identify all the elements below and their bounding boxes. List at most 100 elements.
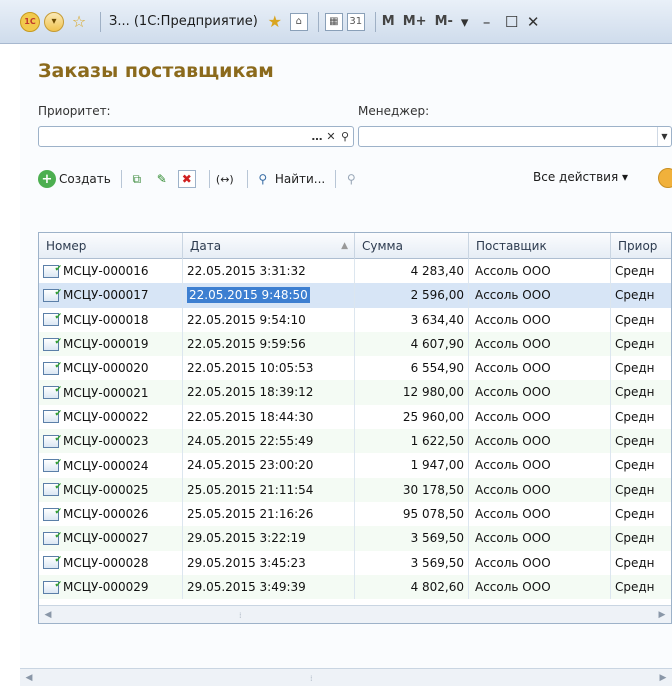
table-horizontal-scrollbar[interactable]: ◀ ⁞ ▶ [39, 605, 671, 623]
table-row[interactable]: МСЦУ-000028 29.05.2015 3:45:23 3 569,50Асс… [39, 550, 671, 575]
column-header-number[interactable]: Номер [39, 233, 183, 259]
cell-date-text: 29.05.2015 3:45:23 [187, 555, 306, 570]
table-row[interactable]: МСЦУ-000025 25.05.2015 21:11:54 30 178,50А… [39, 477, 671, 502]
table-row[interactable]: МСЦУ-000026 25.05.2015 21:16:26 95 078,50А… [39, 501, 671, 527]
calculator-icon[interactable]: ▦ [324, 12, 343, 31]
cell-number: МСЦУ-000018 [39, 307, 183, 332]
document-posted-icon [43, 453, 62, 475]
close-button[interactable]: ✕ [527, 13, 549, 31]
cell-number: МСЦУ-000024 [39, 453, 183, 478]
minimize-button[interactable]: – [483, 13, 505, 31]
memory-minus-button[interactable]: M- [435, 14, 453, 29]
column-header-priority[interactable]: Приор [611, 233, 671, 259]
cell-date: 29.05.2015 3:22:19 [183, 526, 355, 551]
table-row[interactable]: МСЦУ-000027 29.05.2015 3:22:19 3 569,50Асс… [39, 526, 671, 551]
column-header-date-label: Дата [190, 239, 222, 253]
add-favorite-icon[interactable]: ★ [264, 11, 286, 33]
cell-supplier: Ассоль ООО [469, 404, 611, 430]
delete-x-icon: ✖ [177, 170, 196, 188]
orders-table[interactable]: Номер Дата ▲ Сумма Поставщик Приор МСЦУ-… [38, 232, 672, 624]
main-menu-button[interactable]: ▾ [44, 11, 64, 32]
cell-date-text: 29.05.2015 3:49:39 [187, 579, 306, 594]
document-posted-icon [43, 478, 62, 499]
scroll-left-icon[interactable]: ◀ [20, 669, 38, 686]
plus-icon: + [38, 170, 56, 188]
app-logo-icon[interactable]: 1C [20, 11, 40, 32]
cancel-search-icon: ⚲ [346, 172, 356, 186]
chevron-down-icon[interactable]: ▼ [657, 127, 671, 146]
cell-number-text: МСЦУ-000024 [63, 458, 149, 473]
memory-button[interactable]: M [382, 14, 395, 29]
find-button[interactable]: ⚲ Найти... [254, 167, 325, 191]
cell-number: МСЦУ-000017 [39, 283, 183, 308]
cell-number: МСЦУ-000019 [39, 331, 183, 357]
cell-date-text: 22.05.2015 18:44:30 [187, 409, 314, 424]
table-row[interactable]: МСЦУ-000018 22.05.2015 9:54:10 3 634,40Асс… [39, 307, 671, 332]
cell-number-text: МСЦУ-000026 [63, 507, 149, 522]
table-row[interactable]: МСЦУ-000017 22.05.2015 9:48:50 2 596,00Асс… [39, 283, 671, 308]
column-header-date[interactable]: Дата ▲ [183, 233, 355, 259]
scroll-right-icon[interactable]: ▶ [653, 606, 671, 623]
table-row[interactable]: МСЦУ-000020 22.05.2015 10:05:53 6 554,90Ас… [39, 356, 671, 381]
cell-sum: 6 554,90 [355, 356, 469, 381]
delete-button[interactable]: ✖ [177, 167, 199, 191]
form-horizontal-scrollbar[interactable]: ◀ ⁞ ▶ [20, 668, 672, 686]
window-menu-dropdown[interactable]: ▾ [461, 13, 483, 31]
scroll-right-icon[interactable]: ▶ [654, 669, 672, 686]
cell-sum: 3 569,50 [355, 526, 469, 551]
period-button[interactable]: (↔) [216, 167, 237, 191]
cell-number-text: МСЦУ-000028 [63, 555, 149, 570]
bookmark-icon[interactable]: ⌂ [289, 12, 308, 31]
cell-priority: Средн [615, 409, 655, 424]
manager-field[interactable]: ▼ [358, 126, 672, 147]
table-row[interactable]: МСЦУ-000021 22.05.2015 18:39:12 12 980,00А… [39, 380, 671, 405]
cell-supplier: Ассоль ООО [469, 356, 611, 381]
create-button[interactable]: + Создать [38, 167, 111, 191]
cell-date: 22.05.2015 3:31:32 [183, 259, 355, 284]
cell-number: МСЦУ-000026 [39, 501, 183, 527]
cell-number-text: МСЦУ-000027 [63, 531, 149, 546]
favorites-star-icon[interactable]: ☆ [68, 11, 90, 33]
search-icon[interactable]: ⚲ [338, 128, 352, 145]
table-row[interactable]: МСЦУ-000019 22.05.2015 9:59:56 4 607,90Асс… [39, 331, 671, 357]
scroll-left-icon[interactable]: ◀ [39, 606, 57, 623]
cell-number-text: МСЦУ-000021 [63, 385, 149, 400]
copy-button[interactable]: ⧉ [128, 167, 149, 191]
calendar-icon[interactable]: 31 [346, 12, 365, 31]
help-icon[interactable] [658, 168, 672, 188]
cell-sum: 1 947,00 [355, 453, 469, 478]
cell-date: 25.05.2015 21:16:26 [183, 501, 355, 527]
find-label: Найти... [274, 172, 326, 186]
cell-number: МСЦУ-000029 [39, 574, 183, 600]
column-header-sum[interactable]: Сумма [355, 233, 469, 259]
select-ellipsis-icon[interactable]: … [310, 128, 324, 145]
table-row[interactable]: МСЦУ-000023 24.05.2015 22:55:49 1 622,50Ас… [39, 429, 671, 454]
cell-number: МСЦУ-000023 [39, 429, 183, 454]
cell-date-text: 24.05.2015 22:55:49 [187, 434, 314, 449]
maximize-button[interactable]: ☐ [505, 13, 527, 31]
memory-plus-button[interactable]: M+ [403, 14, 427, 29]
all-actions-menu[interactable]: Все действия ▾ [533, 170, 628, 184]
cell-priority: Средн [615, 579, 655, 594]
table-row[interactable]: МСЦУ-000022 22.05.2015 18:44:30 25 960,00А… [39, 404, 671, 430]
cell-priority: Средн [615, 385, 655, 400]
table-row[interactable]: МСЦУ-000016 22.05.2015 3:31:32 4 283,40Асс… [39, 259, 671, 284]
table-row[interactable]: МСЦУ-000029 29.05.2015 3:49:39 4 802,60Асс… [39, 574, 671, 600]
priority-field[interactable]: … ✕ ⚲ [38, 126, 354, 147]
edit-button[interactable]: ✎ [153, 167, 174, 191]
document-posted-icon [43, 332, 62, 354]
column-header-supplier[interactable]: Поставщик [469, 233, 611, 259]
left-border [0, 44, 20, 686]
clear-x-icon[interactable]: ✕ [324, 128, 338, 145]
cell-date-text: 24.05.2015 23:00:20 [187, 458, 314, 473]
cell-supplier: Ассоль ООО [469, 453, 611, 478]
table-row[interactable]: МСЦУ-000024 24.05.2015 23:00:20 1 947,00Ас… [39, 453, 671, 478]
cell-supplier: Ассоль ООО [469, 526, 611, 551]
cell-number: МСЦУ-000022 [39, 404, 183, 430]
cell-supplier: Ассоль ООО [469, 550, 611, 575]
cancel-search-button[interactable]: ⚲ [342, 167, 363, 191]
cell-sum: 3 634,40 [355, 307, 469, 332]
magnifier-icon: ⚲ [258, 172, 268, 186]
cell-number-text: МСЦУ-000018 [63, 312, 149, 327]
cell-number-text: МСЦУ-000020 [63, 361, 149, 376]
